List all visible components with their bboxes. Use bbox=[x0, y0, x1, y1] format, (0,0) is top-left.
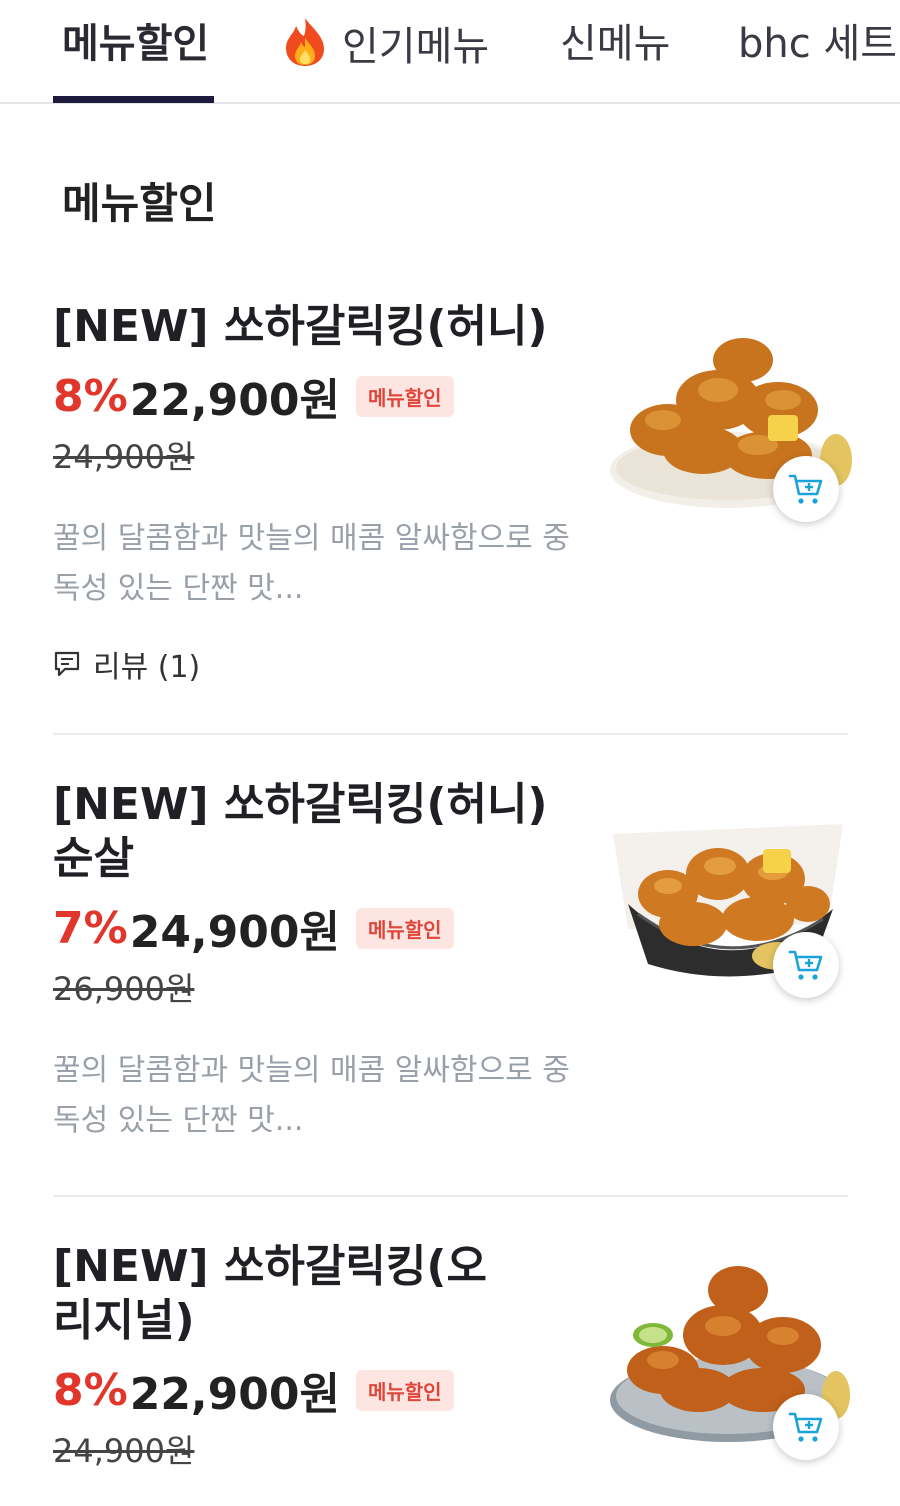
tab-new-menu[interactable]: 신메뉴 bbox=[560, 16, 670, 76]
menu-item-name: [NEW] 쏘하갈릭킹(허니) bbox=[53, 301, 548, 352]
menu-item[interactable]: [NEW] 쏘하갈릭킹(허니) 순살 7% 24,900원 메뉴할인 26,90… bbox=[53, 778, 848, 1146]
add-to-cart-button[interactable] bbox=[773, 1394, 839, 1460]
discount-badge: 메뉴할인 bbox=[355, 1369, 454, 1411]
sale-price: 22,900원 bbox=[129, 1369, 340, 1420]
category-tab-bar: 메뉴할인 인기메뉴 신메뉴 bhc 세트 bbox=[0, 0, 900, 104]
tab-menu-discount[interactable]: 메뉴할인 bbox=[62, 16, 209, 76]
discount-rate: 7% bbox=[53, 902, 128, 954]
review-link[interactable]: 리뷰 (1) bbox=[53, 642, 848, 686]
review-count: 리뷰 (1) bbox=[93, 650, 201, 685]
discount-badge: 메뉴할인 bbox=[355, 907, 454, 949]
comment-icon bbox=[54, 651, 80, 677]
menu-item-name: [NEW] 쏘하갈릭킹(허니) 순살 bbox=[53, 779, 548, 884]
cart-plus-icon bbox=[788, 474, 823, 504]
menu-item-name: [NEW] 쏘하갈릭킹(오리지널) bbox=[53, 1241, 487, 1346]
item-divider bbox=[53, 733, 848, 735]
item-divider bbox=[53, 1195, 848, 1197]
add-to-cart-button[interactable] bbox=[773, 932, 839, 998]
tab-popular-menu[interactable]: 인기메뉴 bbox=[282, 16, 489, 76]
tab-popular-label: 인기메뉴 bbox=[342, 24, 490, 70]
discount-badge: 메뉴할인 bbox=[355, 375, 454, 417]
sale-price: 22,900원 bbox=[129, 375, 340, 426]
fire-icon bbox=[286, 18, 324, 66]
discount-rate: 8% bbox=[53, 1364, 128, 1416]
discount-rate: 8% bbox=[53, 370, 128, 422]
menu-item[interactable]: [NEW] 쏘하갈릭킹(오리지널) 8% 22,900원 메뉴할인 24,900… bbox=[53, 1240, 850, 1472]
menu-item-description: 꿀의 달콤함과 맛늘의 매콤 알싸함으로 중독성 있는 단짠 맛... bbox=[53, 1053, 570, 1138]
cart-plus-icon bbox=[788, 1412, 823, 1442]
cart-plus-icon bbox=[788, 950, 823, 980]
menu-item-description: 꿀의 달콤함과 맛늘의 매콤 알싸함으로 중독성 있는 단짠 맛... bbox=[53, 521, 570, 606]
add-to-cart-button[interactable] bbox=[773, 456, 839, 522]
sale-price: 24,900원 bbox=[129, 907, 340, 958]
menu-item[interactable]: [NEW] 쏘하갈릭킹(허니) 8% 22,900원 메뉴할인 24,900원 … bbox=[53, 300, 852, 686]
section-title: 메뉴할인 bbox=[62, 179, 217, 228]
tab-bhc-set[interactable]: bhc 세트 bbox=[738, 16, 897, 76]
active-tab-indicator bbox=[53, 96, 214, 103]
